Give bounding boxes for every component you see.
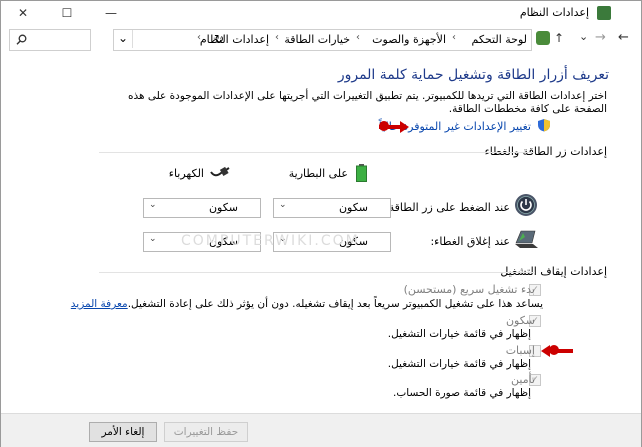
chevron-icon: ‹ [452, 32, 456, 43]
maximize-button[interactable]: ☐ [45, 1, 89, 25]
page-intro: اختر إعدادات الطاقة التي تريدها للكمبيوت… [127, 90, 607, 115]
page-title: تعريف أزرار الطاقة وتشغيل حماية كلمة الم… [337, 67, 609, 83]
shield-icon [538, 119, 550, 132]
arrow-head [541, 345, 550, 357]
lock-label: تأمين [511, 373, 535, 386]
hibernate-label: إسبات [505, 344, 535, 357]
folder-icon [536, 31, 550, 45]
on-battery-label: على البطارية [288, 167, 348, 180]
title-bar: ✕ ☐ — إعدادات النظام [1, 1, 641, 25]
cancel-button[interactable]: إلغاء الأمر [89, 422, 157, 442]
recent-locations-icon[interactable]: ⌄ [579, 30, 588, 43]
power-button-plugged-select[interactable]: سكون ⌄ [143, 198, 261, 218]
dropdown-icon[interactable]: ⌄ [118, 31, 128, 45]
up-icon[interactable]: ↑ [554, 31, 564, 45]
search-input[interactable] [9, 29, 91, 51]
window-title: إعدادات النظام [519, 6, 589, 19]
search-icon [16, 34, 27, 45]
crumb-control-panel[interactable]: لوحة التحكم [472, 33, 527, 46]
close-button[interactable]: ✕ [1, 1, 45, 25]
close-lid-label: عند إغلاق الغطاء: [430, 235, 510, 248]
power-button-icon [515, 194, 537, 216]
back-icon[interactable]: ← [618, 30, 629, 45]
crumb-power-options[interactable]: خيارات الطاقة [284, 33, 350, 46]
control-panel-icon [597, 6, 611, 20]
sleep-label: سكون [505, 314, 535, 327]
chevron-icon: ‹ [356, 32, 360, 43]
address-bar[interactable]: ⌄ ↻ لوحة التحكم ‹ الأجهزة والصوت ‹ خيارا… [113, 29, 532, 51]
lock-desc: إظهار في قائمة صورة الحساب. [393, 387, 531, 399]
save-changes-button[interactable]: حفظ التغييرات [164, 422, 248, 442]
chevron-down-icon: ⌄ [149, 200, 157, 210]
fast-startup-desc: يساعد هذا على تشغيل الكمبيوتر سريعاً بعد… [70, 298, 543, 310]
section-divider [99, 272, 535, 273]
crumb-system-settings[interactable]: إعدادات النظام [200, 33, 269, 46]
crumb-hardware-sound[interactable]: الأجهزة والصوت [372, 33, 446, 46]
chevron-icon: ‹ [275, 32, 279, 43]
watermark: COMPUTERWIKI.COM [181, 233, 360, 249]
fast-startup-label: بدء تشغيل سريع (مستحسن) [403, 283, 535, 296]
annotation-arrow [379, 121, 401, 131]
arrow-head [400, 121, 409, 133]
forward-icon[interactable]: → [595, 30, 606, 45]
power-button-battery-select[interactable]: سكون ⌄ [273, 198, 391, 218]
chevron-down-icon: ⌄ [149, 234, 157, 244]
section-divider [99, 152, 535, 153]
chevron-icon: ‹ [197, 32, 201, 43]
sleep-desc: إظهار في قائمة خيارات التشغيل. [387, 328, 531, 340]
power-button-label: عند الضغط على زر الطاقة: [385, 201, 510, 214]
plugged-in-label: الكهرباء [168, 167, 204, 180]
hibernate-desc: إظهار في قائمة خيارات التشغيل. [387, 358, 531, 370]
chevron-down-icon: ⌄ [279, 200, 287, 210]
minimize-button[interactable]: — [89, 1, 133, 25]
learn-more-link[interactable]: معرفة المزيد [71, 298, 128, 310]
annotation-arrow [549, 345, 573, 355]
battery-icon [356, 164, 367, 182]
system-settings-window: ✕ ☐ — إعدادات النظام ⌄ ↻ لوحة التحكم ‹ ا… [0, 0, 642, 447]
laptop-lid-icon [515, 230, 538, 248]
power-plug-icon [210, 166, 230, 177]
